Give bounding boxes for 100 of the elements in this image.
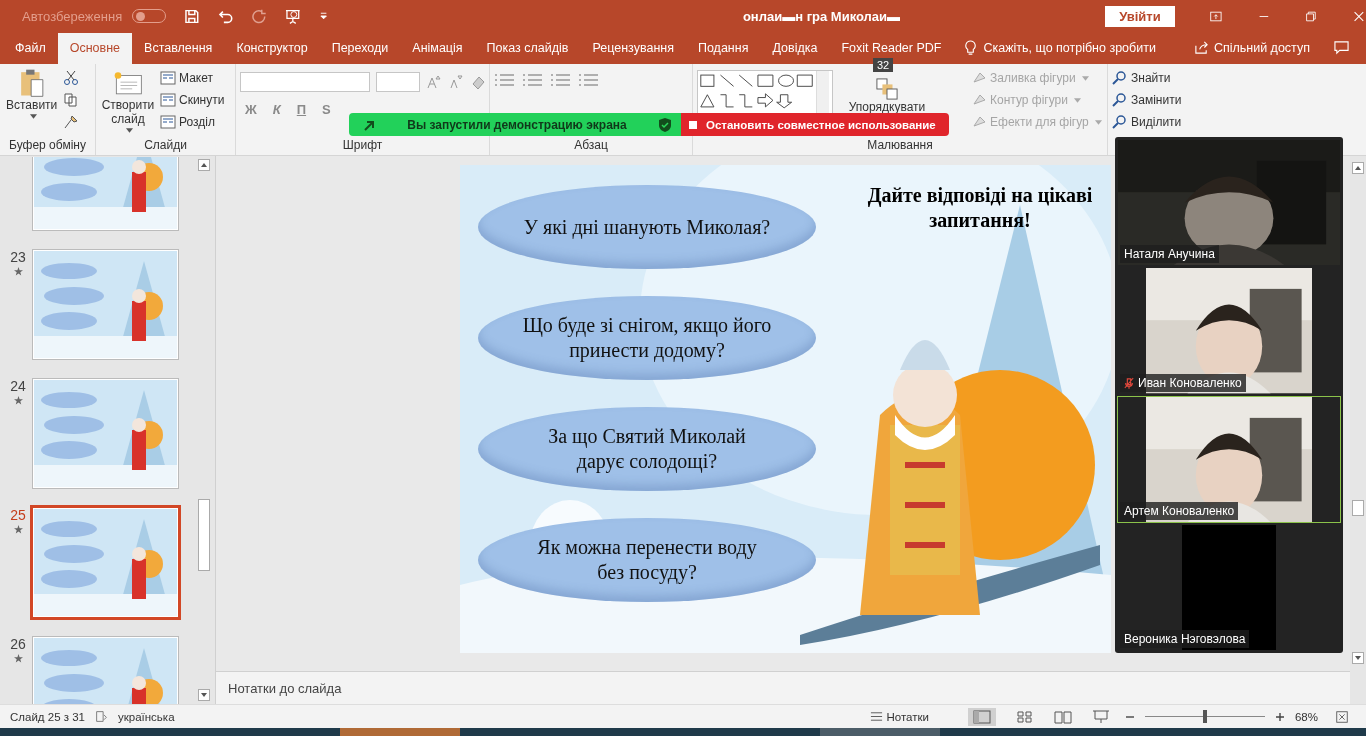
customize-icon[interactable] — [318, 11, 328, 21]
reading-view-icon[interactable] — [1053, 709, 1072, 724]
slide-number: 23 — [10, 249, 26, 265]
ribbon-button[interactable]: Виділити — [1112, 114, 1214, 130]
slide-number: 25 — [10, 507, 26, 523]
arrange-label[interactable]: Упорядкувати — [848, 100, 926, 114]
participant-name: Иван Коноваленко — [1120, 373, 1246, 392]
slideshow-icon[interactable] — [1091, 709, 1110, 724]
caret-icon — [1081, 75, 1089, 81]
font-style-button[interactable]: S — [317, 102, 336, 117]
group-label: Буфер обміну — [8, 138, 87, 152]
grow-font-icon[interactable] — [426, 74, 442, 90]
ribbon-button[interactable]: Знайти — [1112, 70, 1214, 86]
share-icon — [1193, 40, 1209, 55]
ribbon-tab[interactable]: Файл — [3, 33, 58, 64]
spelling-icon[interactable] — [95, 710, 108, 723]
slide-number: 26 — [10, 636, 26, 652]
notes-field[interactable]: Нотатки до слайда — [216, 671, 1350, 704]
paste-button[interactable]: Вставити — [4, 66, 60, 138]
lightbulb-icon — [963, 40, 979, 55]
cut-icon[interactable] — [63, 70, 80, 86]
search-icon — [1112, 70, 1128, 86]
language-label[interactable]: українська — [118, 710, 175, 723]
ribbon-tab[interactable]: Вставлення — [132, 33, 225, 64]
shield-icon — [657, 116, 673, 133]
group-label: Малювання — [866, 138, 934, 152]
font-style-button[interactable]: Ж — [240, 102, 262, 117]
caret-icon — [126, 127, 133, 133]
caret-icon — [29, 113, 37, 119]
normal-view-icon[interactable] — [967, 707, 996, 726]
scroll-thumb[interactable] — [198, 499, 210, 571]
zoom-in-icon[interactable] — [1274, 711, 1285, 722]
question-text: Як можна перенести воду без посуду? — [536, 535, 758, 585]
ribbon-button[interactable]: Замінити — [1112, 92, 1214, 108]
window-title: онлаи▬н гра Миколаи▬ — [741, 8, 902, 24]
ribbon-tab[interactable]: Конструктор — [224, 33, 320, 64]
ribbon-button[interactable]: Скинути — [160, 92, 225, 108]
ribbon-tab[interactable]: Подання — [685, 33, 761, 64]
autosave-label: Автозбереження — [22, 8, 123, 24]
question-text: У які дні шанують Миколая? — [522, 214, 772, 240]
comment-icon[interactable] — [1334, 40, 1349, 55]
zoom-slider-thumb[interactable] — [1202, 710, 1207, 723]
notes-icon — [869, 710, 883, 723]
share-button[interactable]: Спільний доступ — [1213, 41, 1310, 64]
video-tile[interactable]: Наталя Анучина — [1117, 139, 1341, 267]
stop-sharing-button[interactable]: Остановить совместное использование — [681, 113, 949, 136]
count-badge: 32 — [873, 58, 894, 72]
copy-icon[interactable] — [63, 92, 80, 108]
layout-icon — [160, 70, 176, 86]
ribbon-button[interactable]: Макет — [160, 70, 225, 86]
font-style-button[interactable]: К — [267, 102, 286, 117]
scroll-up-icon[interactable] — [1352, 162, 1364, 174]
slide-number: 24 — [10, 378, 26, 394]
question-text: Що буде зі снігом, якщо його принести додому? — [522, 313, 772, 363]
caret-icon — [1073, 97, 1081, 103]
caret-icon — [1094, 119, 1102, 125]
group-label: Абзац — [573, 138, 609, 152]
font-name-field[interactable] — [240, 72, 370, 92]
participant-name: Артем Коноваленко — [1120, 501, 1239, 520]
eraser-icon[interactable] — [470, 74, 486, 90]
font-style-button[interactable]: П — [291, 102, 312, 117]
save-icon[interactable] — [184, 7, 200, 25]
redo-icon[interactable] — [251, 7, 267, 25]
video-tile[interactable]: Вероника Нэговэлова — [1117, 523, 1341, 651]
grid-view-icon[interactable] — [1015, 709, 1034, 724]
font-size-field[interactable] — [376, 72, 420, 92]
slide-counter: Слайд 25 з 31 — [10, 710, 85, 723]
shrink-font-icon[interactable] — [448, 74, 464, 90]
slideshow-icon[interactable] — [285, 7, 301, 25]
arrange-icon[interactable] — [876, 78, 898, 100]
scroll-down-icon[interactable] — [1352, 652, 1364, 664]
zoom-percent[interactable]: 68% — [1294, 710, 1318, 723]
tell-me-field[interactable]: Скажіть, що потрібно зробити — [983, 41, 1156, 64]
slide-title: Дайте відповіді на цікаві запитання! — [866, 183, 1094, 233]
ribbon-tab[interactable]: Основне — [57, 33, 133, 64]
ribbon-button[interactable]: Розділ — [160, 114, 225, 130]
participant-name: Наталя Анучина — [1120, 245, 1219, 264]
ribbon-tab[interactable]: Довідка — [760, 33, 830, 64]
participant-name: Вероника Нэговэлова — [1120, 630, 1250, 648]
format-painter-icon[interactable] — [63, 114, 80, 130]
scroll-thumb[interactable] — [1352, 500, 1364, 516]
sign-in-button[interactable]: Увійти — [1105, 5, 1175, 27]
scroll-up-icon[interactable] — [198, 159, 210, 171]
stop-icon — [689, 120, 697, 129]
question-text: За що Святий Миколай дарує солодощі? — [547, 424, 747, 474]
group-label: Шрифт — [341, 138, 384, 152]
scroll-down-icon[interactable] — [198, 689, 210, 701]
scrollbar[interactable] — [196, 156, 212, 704]
banner-text: Вы запустили демонстрацию экрана — [407, 117, 627, 132]
fit-slide-icon[interactable] — [1333, 709, 1351, 724]
group-label: Слайди — [143, 138, 188, 152]
ribbon-tab[interactable]: Анімація — [400, 33, 475, 64]
ribbon-tab[interactable]: Показ слайдів — [474, 33, 581, 64]
video-tile[interactable]: Артем Коноваленко — [1117, 395, 1341, 523]
new-slide-button[interactable]: Створити слайд — [100, 66, 156, 138]
shapes-gallery[interactable] — [697, 70, 833, 116]
notes-button[interactable]: Нотатки — [863, 709, 935, 724]
ribbon-tab[interactable]: Рецензування — [580, 33, 686, 64]
ribbon-tab[interactable]: Переходи — [319, 33, 401, 64]
video-tile[interactable]: Иван Коноваленко — [1117, 267, 1341, 395]
